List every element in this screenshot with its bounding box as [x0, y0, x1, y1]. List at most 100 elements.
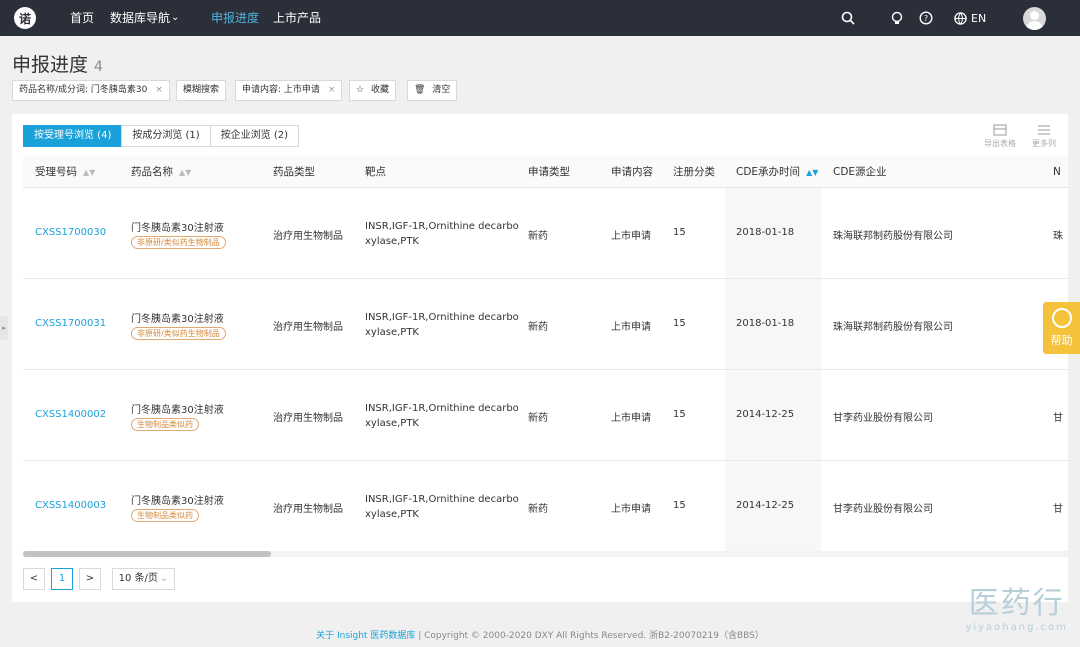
table-row: CXSS1700031 门冬胰岛素30注射液 非原研/类似药生物制品 治疗用生物… — [23, 280, 1068, 370]
column-header-next: N — [1053, 166, 1061, 178]
target-line: xylase,PTK — [365, 418, 419, 429]
page-size-select[interactable]: 10 条/页 ⌄ — [112, 568, 175, 590]
target-cell: INSR,IGF-1R,Ornithine decarbo xylase,PTK — [365, 401, 519, 431]
browse-tabs: 按受理号浏览 (4) 按成分浏览 (1) 按企业浏览 (2) — [23, 125, 300, 147]
help-button[interactable]: 帮助 — [1043, 302, 1080, 354]
next-column-cell: 甘 — [1053, 413, 1063, 424]
watermark-cn: 医药行 — [968, 586, 1065, 621]
target-cell: INSR,IGF-1R,Ornithine decarbo xylase,PTK — [365, 310, 519, 340]
next-column-cell: 珠 — [1053, 231, 1063, 242]
cde-date-cell: 2014-12-25 — [736, 409, 795, 420]
avatar-icon[interactable] — [1023, 7, 1046, 30]
column-header-acceptance-number[interactable]: 受理号码 ▲▼ — [35, 156, 95, 188]
acceptance-number-link[interactable]: CXSS1700031 — [35, 318, 106, 329]
drug-name-link[interactable]: 门冬胰岛素30注射液 — [131, 219, 226, 234]
drug-type-cell: 治疗用生物制品 — [273, 504, 343, 515]
application-content-cell: 上市申请 — [611, 504, 651, 515]
question-icon[interactable]: ? — [919, 0, 933, 36]
next-page-button[interactable]: > — [79, 568, 101, 590]
content-filter-label: 申请内容: 上市申请 — [242, 85, 320, 95]
horizontal-scrollbar[interactable] — [23, 551, 1068, 557]
results-panel: 按受理号浏览 (4) 按成分浏览 (1) 按企业浏览 (2) 导出表格 更多列 … — [12, 114, 1068, 602]
trash-icon: 🗑 — [414, 85, 426, 95]
application-type-cell: 新药 — [528, 504, 548, 515]
column-header-registration-class: 注册分类 — [673, 166, 715, 178]
content-filter-chip[interactable]: 申请内容: 上市申请 × — [235, 80, 343, 101]
page-title: 申报进度 4 — [12, 50, 103, 77]
registration-class-cell: 15 — [673, 409, 686, 420]
page-1-button[interactable]: 1 — [51, 568, 73, 590]
table-header: 受理号码 ▲▼ 药品名称 ▲▼ 药品类型 靶点 申请类型 申请内容 注册分类 CDE… — [23, 156, 1068, 188]
column-header-application-content: 申请内容 — [611, 166, 653, 178]
cde-company-cell: 珠海联邦制药股份有限公司 — [833, 322, 953, 333]
next-column-cell: 甘 — [1053, 504, 1063, 515]
drug-name-link[interactable]: 门冬胰岛素30注射液 — [131, 401, 224, 416]
lightbulb-icon[interactable] — [890, 0, 904, 36]
close-icon[interactable]: × — [155, 85, 163, 95]
favorite-button[interactable]: ☆ 收藏 — [349, 80, 396, 101]
target-line: xylase,PTK — [365, 509, 419, 520]
svg-text:?: ? — [924, 14, 928, 23]
more-columns-button[interactable]: 更多列 — [1032, 124, 1056, 149]
copyright-text: | Copyright © 2000-2020 DXY All Rights R… — [415, 631, 764, 641]
globe-icon[interactable]: EN — [954, 0, 986, 36]
scrollbar-thumb[interactable] — [23, 551, 271, 557]
table-row: CXSS1400003 门冬胰岛素30注射液 生物制品类似药 治疗用生物制品 I… — [23, 462, 1068, 552]
more-columns-icon — [1038, 125, 1050, 135]
favorite-label: 收藏 — [370, 85, 389, 95]
page-title-text: 申报进度 — [12, 54, 89, 76]
drug-name-filter-chip[interactable]: 药品名称/成分词: 门冬胰岛素30 × — [12, 80, 170, 101]
chevron-down-icon: ⌄ — [159, 573, 169, 584]
language-toggle[interactable]: EN — [971, 12, 986, 25]
column-header-cde-date[interactable]: CDE承办时间 ▲▼ — [736, 156, 818, 188]
application-type-cell: 新药 — [528, 322, 548, 333]
registration-class-cell: 15 — [673, 227, 686, 238]
nav-database-guide[interactable]: 数据库导航 — [110, 0, 170, 36]
application-type-cell: 新药 — [528, 413, 548, 424]
nav-home[interactable]: 首页 — [70, 0, 94, 36]
cde-company-cell: 甘李药业股份有限公司 — [833, 413, 933, 424]
drug-name-link[interactable]: 门冬胰岛素30注射液 — [131, 310, 226, 325]
application-content-cell: 上市申请 — [611, 231, 651, 242]
acceptance-number-link[interactable]: CXSS1400002 — [35, 409, 106, 420]
nav-listed-products[interactable]: 上市产品 — [273, 0, 321, 36]
about-insight-link[interactable]: 关于 Insight 医药数据库 — [316, 631, 415, 641]
drug-name-cell: 门冬胰岛素30注射液 非原研/类似药生物制品 — [131, 310, 226, 340]
tab-by-acceptance-number[interactable]: 按受理号浏览 (4) — [23, 125, 123, 147]
prev-page-button[interactable]: < — [23, 568, 45, 590]
search-icon[interactable] — [841, 0, 855, 36]
tab-by-ingredient[interactable]: 按成分浏览 (1) — [121, 125, 211, 147]
help-icon — [1051, 308, 1072, 328]
tab-by-company[interactable]: 按企业浏览 (2) — [209, 125, 300, 147]
registration-class-cell: 15 — [673, 318, 686, 329]
export-table-button[interactable]: 导出表格 — [984, 124, 1016, 149]
results-table: 受理号码 ▲▼ 药品名称 ▲▼ 药品类型 靶点 申请类型 申请内容 注册分类 CDE… — [23, 156, 1068, 556]
target-line: xylase,PTK — [365, 236, 419, 247]
nav-declaration-progress[interactable]: 申报进度 — [211, 0, 259, 36]
drug-name-cell: 门冬胰岛素30注射液 生物制品类似药 — [131, 492, 224, 522]
sidebar-toggle[interactable]: ▸ — [0, 316, 8, 340]
logo-icon[interactable]: 诺 — [14, 7, 36, 29]
column-header-drug-name[interactable]: 药品名称 ▲▼ — [131, 156, 191, 188]
close-icon[interactable]: × — [328, 85, 336, 95]
star-icon: ☆ — [356, 85, 365, 95]
drug-category-badge: 生物制品类似药 — [131, 418, 199, 431]
target-line: INSR,IGF-1R,Ornithine decarbo — [365, 494, 519, 505]
application-type-cell: 新药 — [528, 231, 548, 242]
export-table-label: 导出表格 — [984, 139, 1016, 148]
target-cell: INSR,IGF-1R,Ornithine decarbo xylase,PTK — [365, 492, 519, 522]
acceptance-number-link[interactable]: CXSS1700030 — [35, 227, 106, 238]
column-header-cde-company: CDE源企业 — [833, 166, 887, 178]
clear-button[interactable]: 🗑 清空 — [407, 80, 458, 101]
fuzzy-search-button[interactable]: 模糊搜索 — [176, 80, 227, 101]
sort-icon[interactable]: ▲▼ — [806, 168, 818, 177]
table-row: CXSS1400002 门冬胰岛素30注射液 生物制品类似药 治疗用生物制品 I… — [23, 371, 1068, 461]
acceptance-number-link[interactable]: CXSS1400003 — [35, 500, 106, 511]
drug-name-link[interactable]: 门冬胰岛素30注射液 — [131, 492, 224, 507]
application-content-cell: 上市申请 — [611, 413, 651, 424]
table-row: CXSS1700030 门冬胰岛素30注射液 非原研/类似药生物制品 治疗用生物… — [23, 189, 1068, 279]
column-header-label: CDE承办时间 — [736, 166, 801, 178]
top-nav: 诺 首页 数据库导航 ⌄ 申报进度 上市产品 ? EN — [0, 0, 1080, 36]
sort-icon[interactable]: ▲▼ — [83, 168, 95, 177]
sort-icon[interactable]: ▲▼ — [179, 168, 191, 177]
